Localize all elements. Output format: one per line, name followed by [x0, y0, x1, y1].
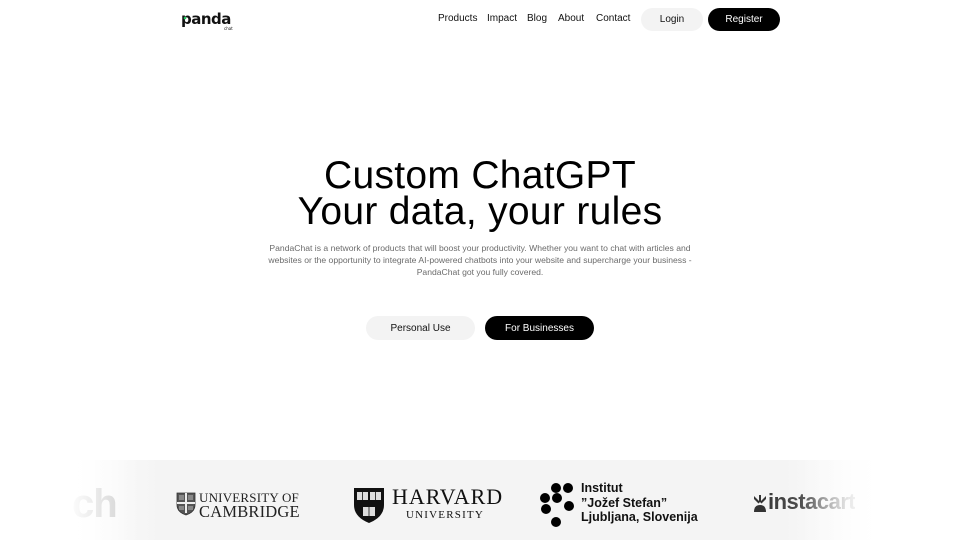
- site-header: panda chat Products Impact Blog About Co…: [0, 0, 960, 40]
- strip-fade-right: [800, 460, 900, 540]
- harvard-logo: HARVARD UNIVERSITY: [392, 484, 504, 522]
- ijs-line1: Institut: [581, 481, 623, 495]
- hero-description: PandaChat is a network of products that …: [268, 243, 692, 277]
- for-businesses-button[interactable]: For Businesses: [485, 316, 594, 340]
- nav-contact[interactable]: Contact: [596, 13, 630, 24]
- nav-blog[interactable]: Blog: [527, 13, 547, 24]
- nav-about[interactable]: About: [558, 13, 584, 24]
- ijs-logo: Institut ”Jožef Stefan” Ljubljana, Slove…: [581, 481, 698, 525]
- cambridge-logo: UNIVERSITY OF CAMBRIDGE: [199, 491, 300, 521]
- ijs-line2: ”Jožef Stefan”: [581, 495, 668, 510]
- ijs-line3: Ljubljana, Slovenija: [581, 510, 698, 524]
- personal-use-button[interactable]: Personal Use: [366, 316, 475, 340]
- cambridge-crest-icon: [176, 492, 196, 516]
- strip-fade-left: [60, 460, 140, 540]
- login-button[interactable]: Login: [641, 8, 703, 31]
- harvard-line2: UNIVERSITY: [406, 509, 484, 521]
- main-nav: Products Impact Blog About Contact: [0, 0, 960, 40]
- hero-title-line1: Custom ChatGPT: [324, 154, 636, 197]
- harvard-shield-icon: [354, 488, 384, 523]
- hero-title-line2: Your data, your rules: [297, 190, 663, 233]
- nav-impact[interactable]: Impact: [487, 13, 517, 24]
- harvard-line1: HARVARD: [392, 484, 504, 509]
- cambridge-line2: CAMBRIDGE: [199, 502, 300, 521]
- instacart-carrot-icon: [754, 495, 766, 512]
- ijs-dots-icon: [540, 483, 574, 527]
- register-button[interactable]: Register: [708, 8, 780, 31]
- hero-title: Custom ChatGPT Your data, your rules: [0, 154, 960, 233]
- nav-products[interactable]: Products: [438, 13, 477, 24]
